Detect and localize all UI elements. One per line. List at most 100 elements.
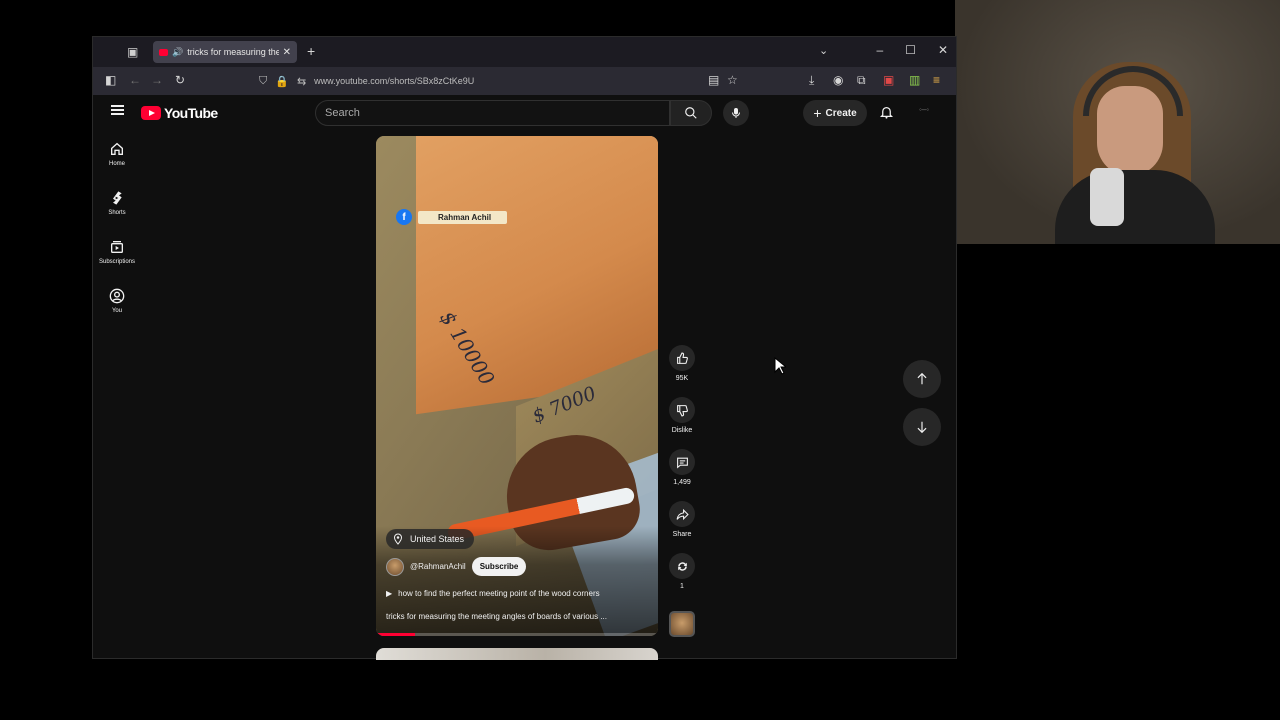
comments-button[interactable] [669,449,695,475]
shorts-icon [113,191,122,205]
search-icon [685,107,697,119]
search-placeholder: Search [325,107,360,119]
sidebar-item-home[interactable]: Home [93,141,141,181]
sound-title: how to find the perfect meeting point of… [398,589,600,598]
speaker-icon[interactable]: 🔊 [172,47,183,58]
sidebar-item-label: You [111,308,123,314]
previous-short-button[interactable] [903,360,941,398]
location-label: United States [410,534,465,544]
sidebar-item-label: Subscriptions [98,259,136,265]
arrow-down-icon [917,421,927,434]
voice-search-button[interactable] [723,100,749,126]
plus-icon: + [813,105,822,121]
remix-icon [677,561,687,571]
navigation-bar: ◧ ← → ↻ ⛉ 🔒 ⇆ www.youtube.com/shorts/SBx… [93,67,956,95]
watermark-name: Rahman Achil [418,210,508,224]
channel-avatar[interactable] [386,557,404,576]
video-progress-fill [376,633,416,636]
account-icon[interactable]: ◉ [833,73,843,87]
comments-action[interactable]: 1,499 [667,449,697,486]
menu-icon[interactable]: ≡ [933,73,940,87]
comment-count: 1,499 [673,479,691,486]
account-avatar[interactable]: ◦–◦ [919,105,935,121]
remix-action[interactable]: 1 [667,553,697,590]
youtube-header: YouTube Search + Create ◦–◦ [93,95,956,131]
sidebar-item-label: Home [108,161,125,167]
create-label: Create [825,107,857,119]
share-action[interactable]: Share [667,501,697,538]
tab-list-icon[interactable]: ▣ [127,45,141,59]
like-action[interactable]: 95K [667,345,697,382]
share-icon [676,508,689,520]
bookmark-star-icon[interactable]: ☆ [727,73,738,87]
hamburger-menu-icon[interactable] [111,105,124,115]
extensions-icon[interactable]: ⧉ [857,73,866,88]
tab-close-icon[interactable]: ✕ [283,47,291,58]
next-short-button[interactable] [903,408,941,446]
facebook-watermark: f Rahman Achil [396,208,508,226]
you-icon [109,288,125,304]
subscribe-button[interactable]: Subscribe [471,557,527,576]
tab-bar: ▣ 🔊 tricks for measuring the me ✕ + ⌄ – … [93,37,956,67]
youtube-favicon-icon [159,48,168,56]
browser-tab-active[interactable]: 🔊 tricks for measuring the me ✕ [153,41,297,63]
share-button[interactable] [669,501,695,527]
channel-row: @RahmanAchil Subscribe [386,557,527,576]
remix-count: 1 [680,583,684,590]
youtube-logo[interactable]: YouTube [141,105,218,121]
shield-icon[interactable]: ⛉ [259,75,267,88]
forward-icon[interactable]: → [151,73,163,87]
sound-row[interactable]: ▶ how to find the perfect meeting point … [386,589,600,598]
dislike-action[interactable]: Dislike [667,397,697,434]
dislike-button[interactable] [669,397,695,423]
youtube-logo-text: YouTube [164,105,218,121]
dislike-label: Dislike [671,427,693,434]
sidebar-item-shorts[interactable]: Shorts [93,190,141,230]
reader-view-icon[interactable]: ▤ [708,73,719,87]
microphone-icon [732,108,740,118]
lock-icon[interactable]: 🔒 [275,75,289,88]
address-bar[interactable]: ⛉ 🔒 ⇆ www.youtube.com/shorts/SBx8zCtKe9U [253,70,743,92]
notifications-button[interactable] [879,104,894,125]
search-input[interactable]: Search [315,100,670,126]
permissions-icon[interactable]: ⇆ [297,75,306,88]
home-icon [111,142,123,155]
location-pin-icon [393,533,403,545]
tabs-dropdown-icon[interactable]: ⌄ [819,44,828,57]
location-chip[interactable]: United States [386,529,475,549]
share-label: Share [672,531,692,538]
minimize-icon[interactable]: – [876,43,883,57]
video-caption[interactable]: tricks for measuring the meeting angles … [386,612,651,621]
new-tab-button[interactable]: + [307,43,315,59]
mouse-cursor-icon [774,356,788,380]
channel-handle[interactable]: @RahmanAchil [410,562,466,571]
equalizer-extension-icon[interactable]: ▥ [909,73,920,87]
webcam-person-body [1055,170,1215,244]
downloads-icon[interactable]: ⤓ [809,73,814,88]
sidebar-item-subscriptions[interactable]: Subscriptions [93,239,141,279]
create-button[interactable]: + Create [803,100,867,126]
video-progress-bar[interactable] [376,633,658,636]
back-icon[interactable]: ← [129,73,141,87]
maximize-icon[interactable]: ☐ [905,43,916,57]
short-video-player[interactable]: $ 10000 $ 7000 f Rahman Achil United Sta… [376,136,658,636]
sound-thumbnail[interactable] [669,611,695,637]
sidebar-item-you[interactable]: You [93,288,141,328]
url-text[interactable]: www.youtube.com/shorts/SBx8zCtKe9U [314,76,474,86]
tab-title: tricks for measuring the me [187,47,279,57]
like-count: 95K [675,375,689,382]
play-icon: ▶ [386,589,393,598]
window-controls: – ☐ ✕ [876,43,948,57]
search-button[interactable] [670,100,712,126]
youtube-page: YouTube Search + Create ◦–◦ Home Shorts … [93,95,956,660]
extension-badge-icon[interactable]: ▣ [883,73,894,87]
like-button[interactable] [669,345,695,371]
next-short-preview[interactable] [376,648,658,660]
reload-icon[interactable]: ↻ [175,73,185,87]
close-window-icon[interactable]: ✕ [938,43,948,57]
facebook-icon: f [396,209,412,225]
thumbs-down-icon [676,404,688,416]
thumbs-up-icon [676,352,688,364]
remix-button[interactable] [669,553,695,579]
sidebar-toggle-icon[interactable]: ◧ [105,73,116,87]
